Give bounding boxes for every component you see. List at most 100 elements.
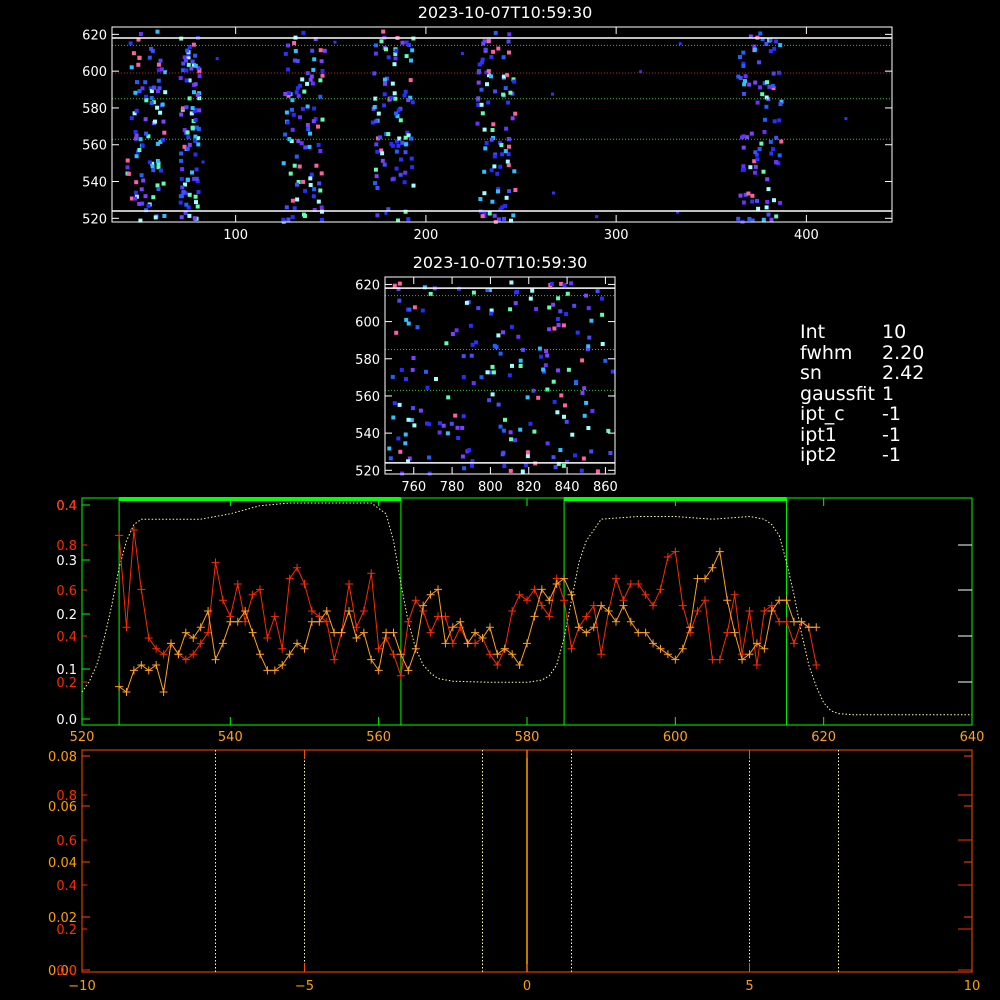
noise-pixel bbox=[564, 312, 569, 316]
noise-pixel bbox=[402, 93, 407, 98]
noise-pixel bbox=[314, 163, 319, 168]
series-point bbox=[456, 617, 465, 626]
noise-pixel bbox=[490, 128, 495, 132]
noise-pixel bbox=[547, 305, 552, 310]
noise-pixel bbox=[134, 108, 139, 113]
x-tick-label: −5 bbox=[295, 979, 314, 994]
noise-pixel bbox=[307, 144, 312, 149]
series-point bbox=[626, 580, 635, 588]
noise-pixel bbox=[162, 214, 167, 218]
noise-pixel bbox=[539, 354, 544, 359]
series-point bbox=[508, 607, 517, 615]
noise-pixel bbox=[566, 367, 571, 372]
y-tick-label: 560 bbox=[355, 390, 380, 405]
noise-pixel bbox=[133, 130, 138, 134]
noise-pixel bbox=[215, 57, 219, 61]
noise-pixel bbox=[320, 73, 325, 78]
zoom-panel-frame bbox=[384, 276, 616, 475]
noise-pixel bbox=[765, 199, 770, 204]
noise-pixel bbox=[590, 408, 595, 413]
noise-pixel bbox=[397, 281, 402, 286]
series-point bbox=[701, 596, 709, 605]
noise-pixel bbox=[482, 39, 487, 44]
noise-pixel bbox=[181, 106, 185, 111]
series-point bbox=[678, 601, 687, 610]
noise-pixel bbox=[513, 111, 518, 116]
noise-pixel bbox=[187, 192, 192, 197]
noise-pixel bbox=[471, 381, 476, 386]
noise-pixel bbox=[573, 453, 577, 458]
x-tick-label: 540 bbox=[218, 730, 243, 745]
noise-pixel bbox=[600, 296, 604, 301]
x-tick-label: 760 bbox=[401, 480, 426, 495]
noise-pixel bbox=[755, 100, 760, 105]
noise-pixel bbox=[149, 46, 154, 51]
series-point bbox=[345, 580, 353, 588]
noise-pixel bbox=[741, 134, 746, 139]
noise-pixel bbox=[764, 205, 769, 210]
noise-pixel bbox=[150, 164, 155, 169]
noise-pixel bbox=[143, 94, 148, 99]
noise-pixel bbox=[403, 170, 408, 175]
noise-pixel bbox=[520, 347, 525, 352]
noise-pixel bbox=[283, 132, 288, 137]
y-tick-label-red: 0.2 bbox=[56, 676, 77, 691]
noise-pixel bbox=[437, 430, 442, 435]
series-point bbox=[471, 639, 480, 648]
x-tick-label: 820 bbox=[516, 480, 541, 495]
noise-pixel bbox=[600, 342, 605, 346]
noise-pixel bbox=[384, 211, 388, 215]
noise-pixel bbox=[292, 206, 297, 211]
noise-pixel bbox=[445, 431, 450, 436]
noise-pixel bbox=[144, 98, 149, 103]
noise-pixel bbox=[134, 154, 139, 159]
noise-pixel bbox=[320, 69, 325, 73]
noise-pixel bbox=[771, 71, 776, 76]
noise-pixel bbox=[187, 213, 192, 218]
noise-pixel bbox=[316, 199, 321, 204]
noise-pixel bbox=[572, 303, 577, 308]
series-point bbox=[708, 655, 717, 664]
series-point bbox=[663, 650, 672, 659]
noise-pixel bbox=[184, 78, 189, 83]
noise-pixel bbox=[193, 53, 197, 58]
noise-pixel bbox=[608, 451, 613, 455]
noise-pixel bbox=[153, 215, 158, 220]
noise-pixel bbox=[528, 296, 533, 301]
noise-pixel bbox=[186, 135, 191, 140]
y-tick-label-red: 0.8 bbox=[56, 539, 77, 554]
noise-pixel bbox=[489, 137, 494, 142]
series-point bbox=[122, 688, 131, 696]
noise-pixel bbox=[556, 296, 561, 301]
noise-pixel bbox=[128, 41, 133, 46]
noise-pixel bbox=[141, 178, 146, 183]
noise-pixel bbox=[291, 112, 296, 117]
noise-pixel bbox=[761, 217, 766, 222]
noise-pixel bbox=[565, 291, 570, 296]
noise-pixel bbox=[318, 78, 323, 83]
series-point bbox=[233, 580, 242, 588]
noise-pixel bbox=[136, 62, 141, 67]
noise-pixel bbox=[311, 119, 316, 124]
series-point bbox=[404, 617, 413, 626]
series-point bbox=[663, 553, 672, 561]
noise-pixel bbox=[541, 367, 546, 372]
noise-pixel bbox=[742, 91, 746, 96]
noise-pixel bbox=[501, 330, 505, 335]
y-tick-label-red: 0.4 bbox=[56, 499, 77, 514]
noise-pixel bbox=[574, 379, 579, 384]
noise-pixel bbox=[758, 31, 763, 36]
noise-pixel bbox=[561, 463, 566, 468]
series-point bbox=[189, 634, 198, 642]
noise-pixel bbox=[450, 332, 455, 336]
noise-pixel bbox=[756, 206, 761, 211]
noise-pixel bbox=[437, 421, 442, 426]
series-point bbox=[730, 628, 739, 637]
noise-pixel bbox=[283, 92, 288, 96]
series-point bbox=[159, 688, 168, 696]
noise-pixel bbox=[133, 190, 138, 195]
orange-series bbox=[115, 547, 821, 696]
noise-pixel bbox=[137, 56, 142, 60]
noise-pixel bbox=[409, 58, 413, 63]
noise-pixel bbox=[589, 318, 594, 323]
